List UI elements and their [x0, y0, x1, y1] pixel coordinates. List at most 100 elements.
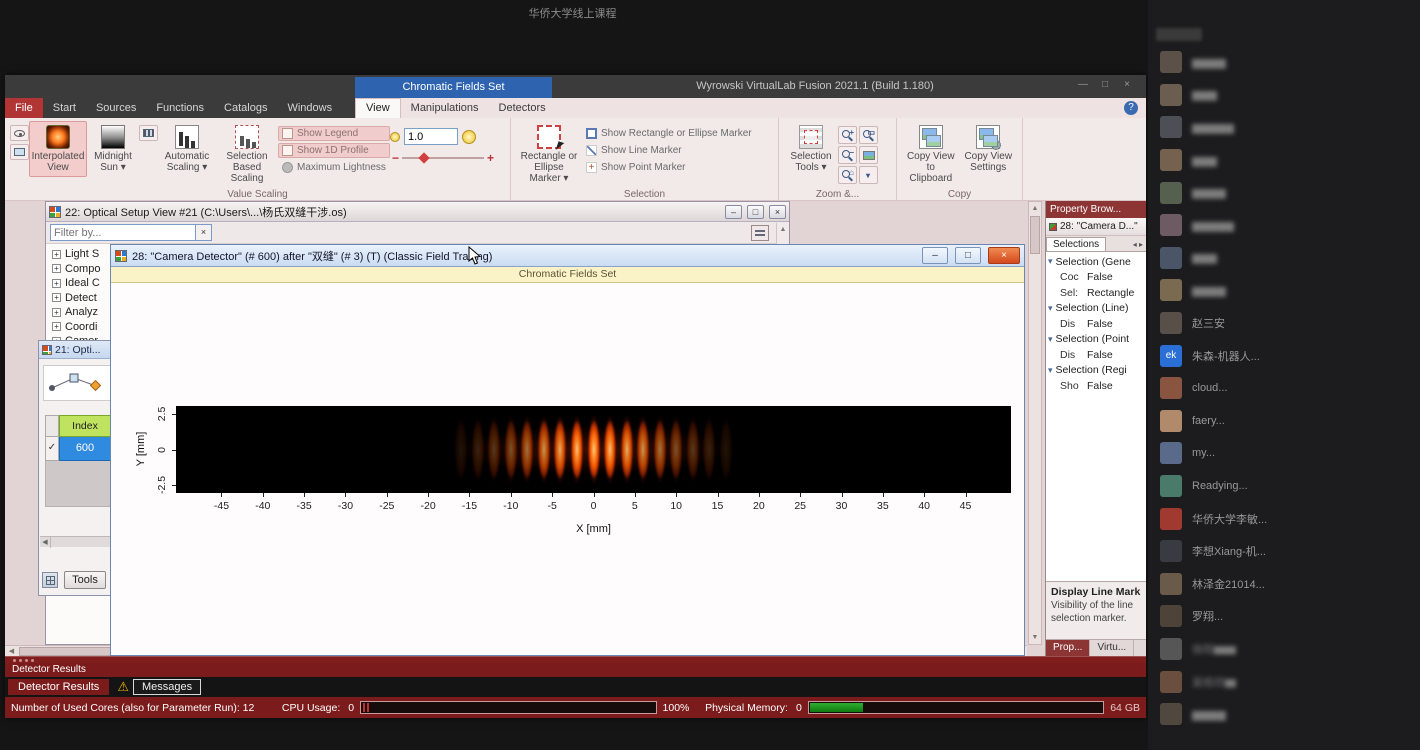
tab-start[interactable]: Start [43, 98, 86, 118]
interpolated-view-button[interactable]: Interpolated View [29, 121, 87, 177]
midnight-sun-button[interactable]: Midnight Sun ▾ [87, 121, 139, 177]
property-row[interactable]: ShoFalse [1046, 378, 1146, 394]
participant-row[interactable]: 林泽金21014... [1148, 568, 1420, 601]
participant-row[interactable]: ▆▆▆ [1148, 242, 1420, 275]
scroll-up-icon[interactable]: ▲ [1029, 202, 1041, 215]
app-window-controls[interactable]: —□× [1072, 79, 1138, 90]
zoom-in-button[interactable]: + [838, 126, 857, 144]
zoom-out-button[interactable]: − [838, 146, 857, 164]
participant-row[interactable]: ▆▆▆▆ [1148, 46, 1420, 79]
participant-row[interactable]: 华侨大学李敏... [1148, 502, 1420, 535]
property-section[interactable]: ▾Selection (Point [1046, 332, 1146, 348]
show-line-marker-toggle[interactable]: Show Line Marker [582, 143, 760, 158]
scrollbar-thumb[interactable] [1030, 216, 1040, 254]
slider-plus-icon[interactable]: + [487, 151, 494, 165]
display-mode-button[interactable] [10, 144, 29, 160]
participant-row[interactable]: ek朱森-机器人... [1148, 339, 1420, 372]
zoom-options-button[interactable]: ▾ [859, 166, 878, 184]
tab-property-browser[interactable]: Prop... [1046, 640, 1090, 656]
participant-row[interactable]: ▆▆▆ [1148, 144, 1420, 177]
property-section[interactable]: ▾Selection (Regi [1046, 363, 1146, 379]
participant-row[interactable]: ▆▆▆▆ [1148, 176, 1420, 209]
collapse-arrow-icon[interactable]: ▾ [1048, 303, 1053, 314]
maximize-icon[interactable]: □ [1094, 79, 1116, 90]
automatic-scaling-button[interactable]: Automatic Scaling ▾ [158, 121, 216, 177]
participant-row[interactable]: ▆▆▆ [1148, 79, 1420, 112]
participant-row[interactable]: 罗翔... [1148, 600, 1420, 633]
maximize-icon[interactable]: □ [955, 247, 981, 264]
show-rectangle-marker-toggle[interactable]: Show Rectangle or Ellipse Marker [582, 126, 760, 141]
scroll-up-icon[interactable]: ▲ [777, 223, 789, 236]
close-icon[interactable]: × [769, 205, 786, 219]
detector-results-caption[interactable]: Detector Results [5, 663, 1146, 677]
editor-titlebar[interactable]: 21: Opti... [39, 341, 115, 359]
show-1d-profile-toggle[interactable]: Show 1D Profile [278, 143, 390, 158]
optical-setup-titlebar[interactable]: 22: Optical Setup View #21 (C:\Users\...… [46, 202, 789, 222]
tab-sources[interactable]: Sources [86, 98, 146, 118]
selected-document-item[interactable]: 28: "Camera D..." [1046, 218, 1146, 236]
tab-selections[interactable]: Selections [1046, 237, 1106, 251]
panel-splitter[interactable] [5, 656, 1146, 663]
collapse-arrow-icon[interactable]: ▾ [1048, 334, 1053, 345]
rectangle-ellipse-marker-button[interactable]: Rectangle or Ellipse Marker ▾ [516, 121, 582, 189]
scroll-left-icon[interactable]: ◀ [40, 537, 51, 548]
property-row[interactable]: DisFalse [1046, 347, 1146, 363]
zoom-fit-button[interactable]: ⌂ [838, 166, 857, 184]
property-row[interactable]: DisFalse [1046, 316, 1146, 332]
interference-pattern-plot[interactable] [176, 406, 1011, 493]
tools-button[interactable]: Tools [64, 571, 106, 589]
minimize-icon[interactable]: – [725, 205, 742, 219]
close-icon[interactable]: × [1116, 79, 1138, 90]
zoom-region-button[interactable]: ▭ [859, 126, 878, 144]
tab-functions[interactable]: Functions [146, 98, 214, 118]
show-point-marker-toggle[interactable]: +Show Point Marker [582, 160, 760, 175]
selection-based-scaling-button[interactable]: Selection Based Scaling [216, 121, 278, 189]
editor-hscrollbar[interactable]: ◀ [40, 536, 114, 547]
expand-icon[interactable]: + [52, 250, 61, 259]
scroll-left-icon[interactable]: ◀ [5, 646, 18, 656]
close-icon[interactable]: × [988, 247, 1020, 264]
scroll-down-icon[interactable]: ▼ [1029, 631, 1041, 644]
index-cell-600[interactable]: 600 [59, 437, 111, 461]
participant-row[interactable]: faery... [1148, 405, 1420, 438]
scaling-mini-button[interactable] [139, 125, 158, 141]
clear-filter-icon[interactable]: × [196, 224, 212, 241]
workspace-vscrollbar[interactable]: ▲ ▼ [1028, 201, 1042, 645]
tab-detectors[interactable]: Detectors [489, 98, 556, 118]
expand-icon[interactable]: + [52, 308, 61, 317]
participant-row[interactable]: 吴桂欣▆ [1148, 665, 1420, 698]
tab-windows[interactable]: Windows [277, 98, 342, 118]
maximize-icon[interactable]: □ [747, 205, 764, 219]
expand-icon[interactable]: + [52, 293, 61, 302]
tab-manipulations[interactable]: Manipulations [401, 98, 489, 118]
property-browser-header[interactable]: Property Brow... [1046, 201, 1146, 218]
tab-messages[interactable]: Messages [133, 679, 201, 695]
copy-view-to-clipboard-button[interactable]: Copy View to Clipboard [902, 121, 960, 189]
show-legend-toggle[interactable]: Show Legend [278, 126, 390, 141]
tab-detector-results[interactable]: Detector Results [8, 679, 109, 695]
tab-view[interactable]: View [355, 98, 401, 118]
camera-detector-window[interactable]: 28: "Camera Detector" (# 600) after "双缝"… [110, 244, 1025, 656]
property-row[interactable]: Sel:Rectangle [1046, 285, 1146, 301]
participant-row[interactable]: cloud... [1148, 372, 1420, 405]
copy-view-settings-button[interactable]: Copy View Settings [960, 121, 1018, 177]
optical-setup-editor-window[interactable]: 21: Opti... Index ✓ 600 [38, 340, 116, 596]
maximum-lightness-toggle[interactable]: Maximum Lightness [278, 160, 390, 175]
participant-row[interactable]: 赵三安 [1148, 307, 1420, 340]
slider-track[interactable] [402, 157, 484, 159]
minimize-icon[interactable]: — [1072, 79, 1094, 90]
slider-minus-icon[interactable]: − [392, 151, 399, 165]
property-row[interactable]: CocFalse [1046, 270, 1146, 286]
collapse-arrow-icon[interactable]: ▾ [1048, 256, 1053, 267]
participant-row[interactable]: 李想Xiang-机... [1148, 535, 1420, 568]
grid-view-button[interactable] [42, 572, 58, 588]
participant-row[interactable]: Readying... [1148, 470, 1420, 503]
app-titlebar[interactable]: Chromatic Fields Set Wyrowski VirtualLab… [5, 75, 1146, 98]
participant-row[interactable]: 徐阳▆▆ [1148, 633, 1420, 666]
participant-row[interactable]: ▆▆▆▆▆ [1148, 111, 1420, 144]
contextual-tab-chromatic-fields-set[interactable]: Chromatic Fields Set [355, 77, 552, 98]
tab-scroll-arrows-icon[interactable]: ◂ ▸ [1133, 240, 1146, 251]
tab-catalogs[interactable]: Catalogs [214, 98, 277, 118]
collapse-arrow-icon[interactable]: ▾ [1048, 365, 1053, 376]
tab-file[interactable]: File [5, 98, 43, 118]
